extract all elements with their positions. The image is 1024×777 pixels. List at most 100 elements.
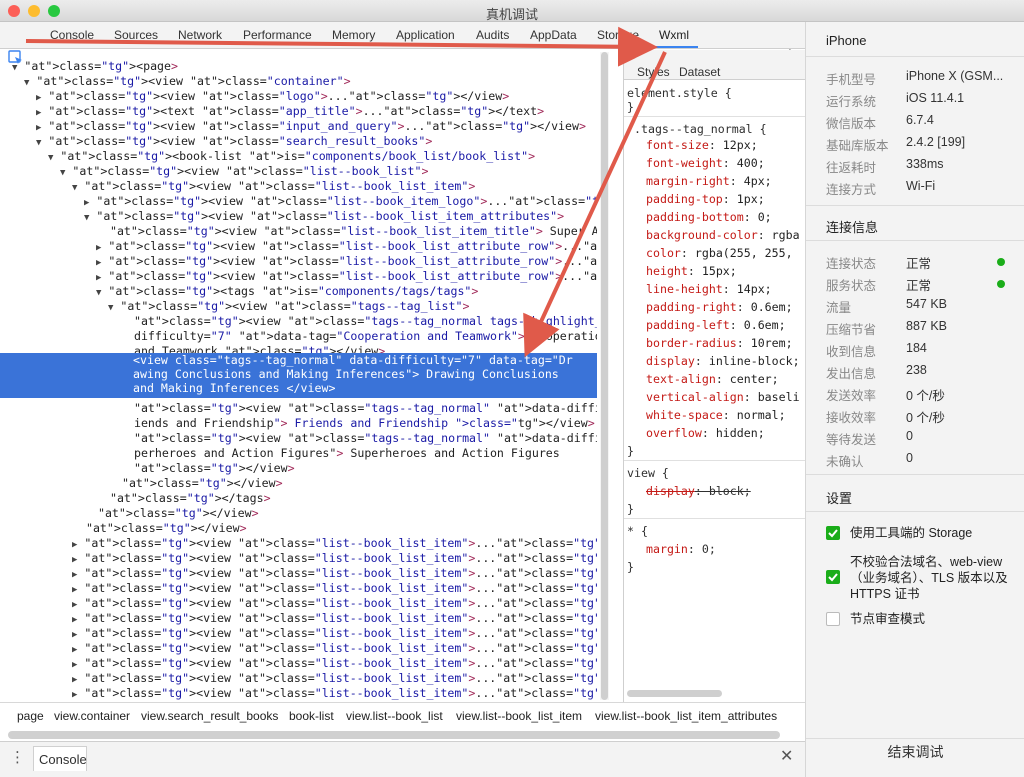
skip-domain-check-checkbox[interactable] [826,570,840,584]
expand-arrow-icon: ▶ [96,273,102,283]
tree-line[interactable]: ▶ "at">class="tg"><view "at">class="list… [72,686,597,702]
storage-checkbox-label: 使用工具端的 Storage [850,526,973,540]
styles-pane: Styles Dataset element.style {} .tags--ta… [623,50,805,702]
style-property: padding-left: 0.6em; [646,318,786,332]
device-info-value: 6.7.4 [906,113,934,127]
tab-appdata[interactable]: AppData [530,28,577,42]
connection-status-dot [997,258,1005,266]
style-property: margin-right: 4px; [646,174,772,188]
styles-scrollbar[interactable] [627,690,722,697]
expand-arrow-icon: ▶ [36,123,42,133]
tab-storage[interactable]: Storage [597,28,639,42]
storage-checkbox[interactable] [826,526,840,540]
tab-wxml[interactable]: Wxml [659,28,689,42]
device-info-value: 338ms [906,157,944,171]
tree-line[interactable]: "at">class="tg"></view> [84,506,259,521]
service-status-dot [997,280,1005,288]
tree-line[interactable]: "at">class="tg"></tags> [96,491,271,506]
breadcrumb-item[interactable]: view.list--book_list [346,709,443,723]
console-drawer-tab[interactable]: Console [33,746,87,771]
breadcrumb-item[interactable]: view.container [54,709,130,723]
style-property: height: 15px; [646,264,737,278]
expand-arrow-icon: ▼ [108,303,114,313]
expand-arrow-icon: ▼ [12,63,18,73]
tree-line[interactable]: "at">class="tg"><view "at">class="tags--… [120,431,597,446]
expand-arrow-icon: ▼ [24,78,30,88]
connection-info-key: 流量 [826,301,852,315]
divider [806,205,1024,206]
tab-application[interactable]: Application [396,28,455,42]
rule-separator [624,116,805,117]
rule-separator [624,460,805,461]
device-info-key: 基础库版本 [826,139,889,153]
expand-arrow-icon: ▶ [72,630,78,640]
connection-header: 连接信息 [826,220,879,235]
tab-performance[interactable]: Performance [243,28,312,42]
expand-arrow-icon: ▶ [96,258,102,268]
node-inspect-checkbox[interactable] [826,612,840,626]
device-info-key: 连接方式 [826,183,877,197]
breadcrumb: page view.container view.search_result_b… [0,702,805,729]
device-info-key: 手机型号 [826,73,877,87]
breadcrumb-item[interactable]: view.list--book_list_item [456,709,582,723]
end-debug-button[interactable]: 结束调试 [806,742,1024,762]
connection-info-value: 184 [906,341,927,355]
style-property: display: inline-block; [646,354,800,368]
tree-scrollbar[interactable] [600,52,609,700]
breadcrumb-item[interactable]: page [17,709,44,723]
tree-line[interactable]: difficulty="7" "at">data-tag="Cooperatio… [120,329,597,344]
selected-node[interactable]: <view class="tags--tag_normal" data-diff… [0,353,597,398]
tab-network[interactable]: Network [178,28,222,42]
tree-line[interactable]: "at">class="tg"></view> [108,476,283,491]
device-info-value: Wi-Fi [906,179,936,193]
tree-line[interactable]: iends and Friendship"> Friends and Frien… [120,416,595,431]
tree-line[interactable]: "at">class="tg"><view "at">class="list--… [96,224,597,239]
tab-memory[interactable]: Memory [332,28,375,42]
expand-arrow-icon: ▶ [72,540,78,550]
rule-selector: * { [627,524,648,538]
window-title: 真机调试 [485,7,538,22]
connection-info-key: 接收效率 [826,411,877,425]
selected-line: awing Conclusions and Making Inferences"… [133,367,559,381]
horizontal-scrollbar[interactable] [8,731,780,739]
style-property: white-space: normal; [646,408,786,422]
style-property: border-radius: 10rem; [646,336,793,350]
tree-scrollbar-thumb[interactable] [601,52,608,700]
breadcrumb-item[interactable]: view.list--book_list_item_attributes [595,709,777,723]
settings-header: 设置 [826,491,853,506]
expand-arrow-icon: ▶ [72,555,78,565]
active-tab-indicator [650,46,698,48]
connection-info-value: 887 KB [906,319,948,333]
tab-audits[interactable]: Audits [476,28,509,42]
expand-arrow-icon: ▶ [72,675,78,685]
tree-line[interactable]: "at">class="tg"></view> [72,521,247,536]
close-icon[interactable]: ✕ [780,746,793,766]
connection-info-value: 0 个/秒 [906,411,945,425]
device-info-value: 2.4.2 [199] [906,135,966,149]
tab-styles[interactable]: Styles [637,63,670,81]
style-property: padding-bottom: 0; [646,210,772,224]
style-property: font-weight: 400; [646,156,765,170]
rule-close: } [627,100,634,114]
drawer-menu-icon[interactable]: ⋮ [10,748,25,766]
expand-arrow-icon: ▶ [72,690,78,700]
wxml-tree[interactable]: ▼ "at">class="tg"><page> ▼ "at">class="tg… [0,50,597,702]
tab-dataset[interactable]: Dataset [679,63,720,81]
breadcrumb-item[interactable]: view.search_result_books [141,709,278,723]
expand-arrow-icon: ▼ [72,183,78,193]
rule-close: } [627,502,634,516]
tree-line[interactable]: "at">class="tg"></view> [120,461,295,476]
breadcrumb-item[interactable]: book-list [289,709,334,723]
style-property: vertical-align: baseli [646,390,800,404]
tree-line[interactable]: perheroes and Action Figures"> Superhero… [120,446,560,461]
expand-arrow-icon: ▼ [96,288,102,298]
styles-tabs: Styles Dataset [624,50,805,80]
rule-close: } [627,560,634,574]
device-info-key: 运行系统 [826,95,877,109]
tab-console[interactable]: Console [50,28,94,42]
connection-info-value: 正常 [906,279,932,293]
tree-line[interactable]: "at">class="tg"><view "at">class="tags--… [120,314,597,329]
tab-sources[interactable]: Sources [114,28,158,42]
tree-line[interactable]: "at">class="tg"><view "at">class="tags--… [120,401,597,416]
expand-arrow-icon: ▶ [36,93,42,103]
